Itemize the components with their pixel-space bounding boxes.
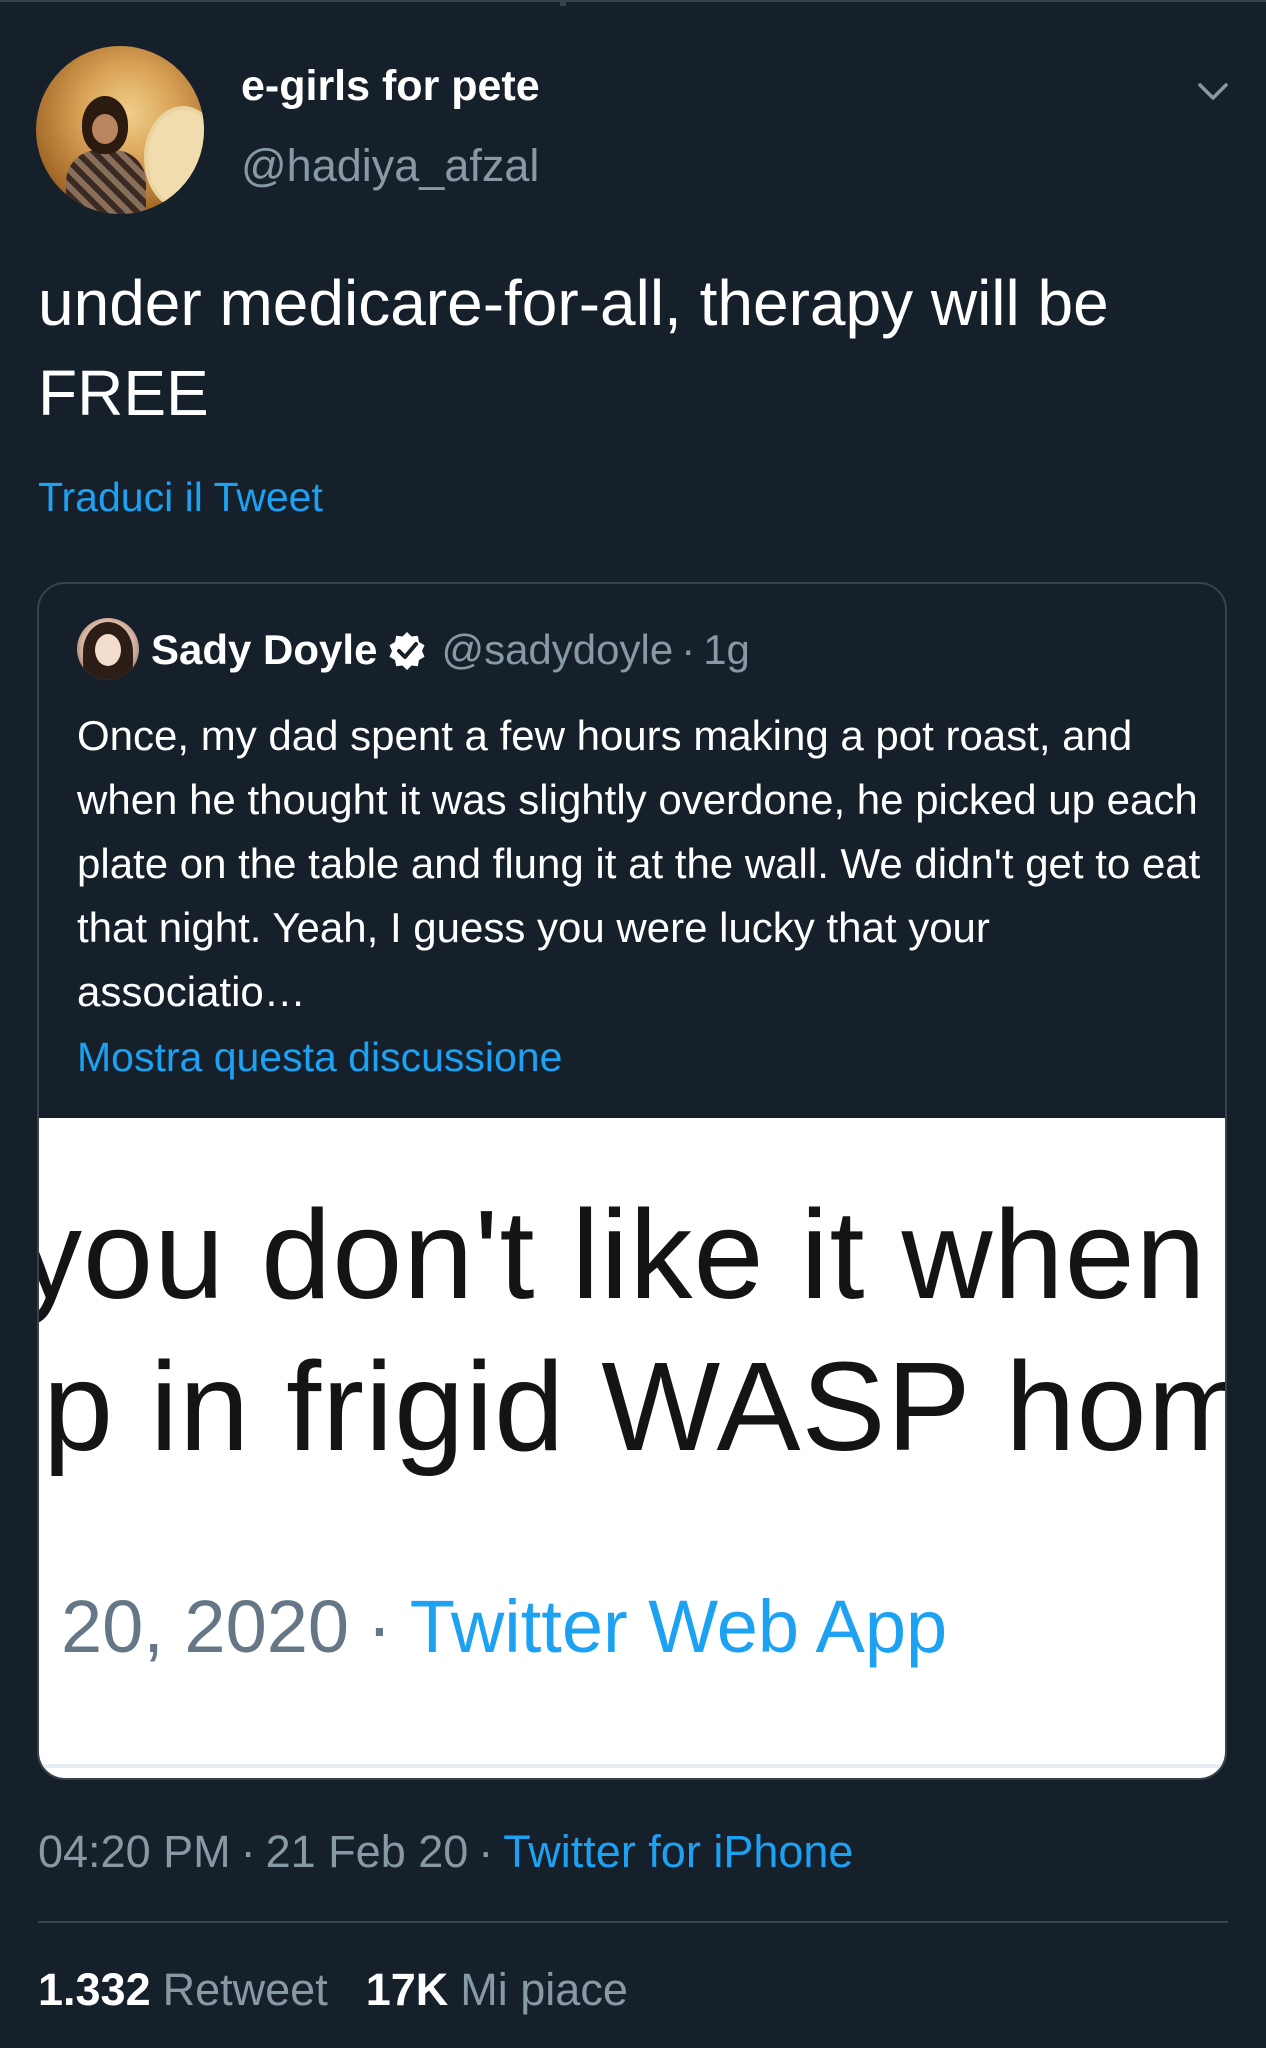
likes-count[interactable]: 17K <box>366 1964 449 2015</box>
image-date: 20, 2020 <box>61 1585 350 1668</box>
quoted-tweet-header: Sady Doyle @sadydoyle · 1g <box>151 620 750 680</box>
quoted-header-separator: · <box>681 626 696 673</box>
image-separator: · <box>367 1585 392 1668</box>
image-source-app: Twitter Web App <box>409 1585 948 1668</box>
avatar-figure-body <box>66 150 146 214</box>
image-text-line-1: you don't like it when Be <box>39 1184 1225 1325</box>
quoted-tweet-time[interactable]: 1g <box>703 626 750 674</box>
tweet-source-link[interactable]: Twitter for iPhone <box>503 1826 853 1877</box>
meta-separator-2: · <box>478 1826 494 1877</box>
likes-label[interactable]: Mi piace <box>460 1964 628 2015</box>
verified-badge-icon <box>389 632 425 670</box>
quoted-author-handle[interactable]: @sadydoyle <box>441 626 673 674</box>
retweets-label[interactable]: Retweet <box>163 1964 328 2015</box>
image-bottom-divider <box>39 1764 1225 1768</box>
translate-tweet-link[interactable]: Traduci il Tweet <box>38 474 323 521</box>
stats-divider <box>38 1921 1228 1923</box>
top-divider <box>0 0 1266 2</box>
top-divider-mark <box>560 0 566 6</box>
avatar-mirror <box>144 106 204 210</box>
quoted-tweet-text: Once, my dad spent a few hours making a … <box>77 712 1201 1015</box>
tweet-stats: 1.332 Retweet 17K Mi piace <box>38 1964 628 2016</box>
meta-separator-1: · <box>240 1826 256 1877</box>
image-meta-line: 20, 2020 · Twitter Web App <box>61 1584 947 1669</box>
quoted-author-avatar[interactable] <box>77 618 139 680</box>
tweet-meta: 04:20 PM · 21 Feb 20 · Twitter for iPhone <box>38 1826 853 1878</box>
show-thread-link[interactable]: Mostra questa discussione <box>77 1034 562 1081</box>
quoted-author-name[interactable]: Sady Doyle <box>151 626 377 674</box>
tweet-date[interactable]: 21 Feb 20 <box>266 1826 469 1877</box>
quoted-tweet-image[interactable]: you don't like it when Be p in frigid WA… <box>39 1118 1225 1778</box>
author-handle[interactable]: @hadiya_afzal <box>241 140 539 192</box>
image-text-line-2: p in frigid WASP homes <box>43 1336 1225 1477</box>
quoted-avatar-face <box>95 634 121 666</box>
avatar-figure-face <box>92 114 118 144</box>
tweet-time[interactable]: 04:20 PM <box>38 1826 231 1877</box>
quoted-tweet-card[interactable]: Sady Doyle @sadydoyle · 1g Once, my dad … <box>37 582 1227 1780</box>
tweet-text: under medicare-for-all, therapy will be … <box>38 267 1109 429</box>
author-display-name[interactable]: e-girls for pete <box>241 62 540 111</box>
retweets-count[interactable]: 1.332 <box>38 1964 151 2015</box>
author-avatar[interactable] <box>36 46 204 214</box>
chevron-down-icon[interactable] <box>1196 74 1230 108</box>
